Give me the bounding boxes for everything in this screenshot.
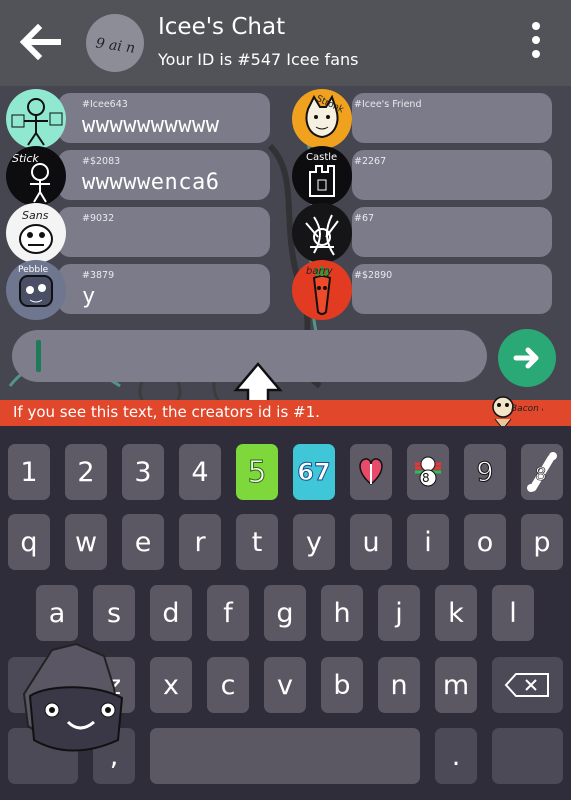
key-7[interactable] <box>350 444 392 500</box>
more-vertical-icon[interactable] <box>529 22 543 62</box>
user-slot[interactable]: Sans #9032 <box>6 203 270 263</box>
user-slot[interactable]: barry #$2890 <box>292 260 554 320</box>
key-r[interactable]: r <box>179 514 221 570</box>
svg-text:8: 8 <box>422 471 430 485</box>
avatar-label: Sans <box>22 209 49 222</box>
key-g[interactable]: g <box>264 585 306 641</box>
user-avatar[interactable]: barry <box>292 260 352 320</box>
key-4[interactable]: 4 <box>179 444 221 500</box>
user-id: #2267 <box>354 156 387 167</box>
user-avatar[interactable] <box>292 203 352 263</box>
key-5[interactable]: 5 <box>236 444 278 500</box>
creator-doodle-text: Bacon ahp <box>511 404 543 414</box>
chat-title: Icee's Chat <box>158 14 286 40</box>
key-9[interactable]: 9 <box>464 444 506 500</box>
key-m[interactable]: m <box>435 657 477 713</box>
key-i[interactable]: i <box>407 514 449 570</box>
avatar-doodle-text: 9 ai n <box>95 35 136 56</box>
key-s[interactable]: s <box>93 585 135 641</box>
key-a[interactable]: a <box>36 585 78 641</box>
user-id: #Icee643 <box>82 99 128 110</box>
period-key[interactable]: . <box>435 728 477 784</box>
user-id: #$2890 <box>354 270 393 281</box>
key-f[interactable]: f <box>207 585 249 641</box>
space-bar[interactable] <box>150 728 420 784</box>
key-v[interactable]: v <box>264 657 306 713</box>
key-1[interactable]: 1 <box>8 444 50 500</box>
info-banner: If you see this text, the creators id is… <box>0 400 571 426</box>
user-slot[interactable]: Pebble #3879 y <box>6 260 270 320</box>
key-8[interactable]: 8 <box>407 444 449 500</box>
key-q[interactable]: q <box>8 514 50 570</box>
user-avatar[interactable]: Castle <box>292 146 352 206</box>
back-arrow-icon[interactable] <box>14 18 66 66</box>
user-message: wwwwwenca6 <box>82 170 220 195</box>
enter-key[interactable] <box>492 728 563 784</box>
key-0[interactable]: 8 <box>521 444 563 500</box>
doodle-sticker <box>22 642 124 752</box>
pointer-arrow-icon <box>233 362 283 400</box>
banner-text: If you see this text, the creators id is… <box>13 403 320 421</box>
svg-text:8: 8 <box>535 464 546 485</box>
key-k[interactable]: k <box>435 585 477 641</box>
user-slot[interactable]: #67 <box>292 203 554 263</box>
send-arrow-icon <box>513 347 539 369</box>
user-slot[interactable]: Castle #2267 <box>292 146 554 206</box>
send-button[interactable] <box>498 329 556 387</box>
user-avatar[interactable]: Sans <box>6 203 66 263</box>
user-id: #9032 <box>82 213 115 224</box>
key-w[interactable]: w <box>65 514 107 570</box>
chat-subtitle: Your ID is #547 Icee fans <box>158 50 359 69</box>
avatar-label: Castle <box>306 152 337 163</box>
chat-area: #Icee643 wwwwwwwwww Stronk #Icee's Frien… <box>0 86 571 400</box>
avatar-label: barry <box>306 266 334 277</box>
user-message: y <box>82 284 96 309</box>
user-id: #67 <box>354 213 375 224</box>
backspace-icon <box>504 673 549 697</box>
user-id: #$2083 <box>82 156 121 167</box>
key-u[interactable]: u <box>350 514 392 570</box>
key-c[interactable]: c <box>207 657 249 713</box>
user-slot[interactable]: Stronk #Icee's Friend <box>292 89 554 149</box>
user-message: wwwwwwwwww <box>82 113 220 138</box>
key-l[interactable]: l <box>492 585 534 641</box>
text-cursor <box>36 340 41 372</box>
user-avatar[interactable]: Pebble <box>6 260 66 320</box>
key-e[interactable]: e <box>122 514 164 570</box>
key-y[interactable]: y <box>293 514 335 570</box>
key-h[interactable]: h <box>321 585 363 641</box>
key-n[interactable]: n <box>378 657 420 713</box>
key-3[interactable]: 3 <box>122 444 164 500</box>
key-x[interactable]: x <box>150 657 192 713</box>
key-p[interactable]: p <box>521 514 563 570</box>
backspace-key[interactable] <box>492 657 563 713</box>
key-j[interactable]: j <box>378 585 420 641</box>
user-id: #3879 <box>82 270 115 281</box>
avatar-label: Pebble <box>18 265 49 275</box>
message-bubble <box>352 207 552 257</box>
key-d[interactable]: d <box>150 585 192 641</box>
key-b[interactable]: b <box>321 657 363 713</box>
user-id: #Icee's Friend <box>354 99 422 110</box>
user-slot[interactable]: Stick #$2083 wwwwwenca6 <box>6 146 270 206</box>
avatar-label: Stick <box>12 152 39 165</box>
key-6[interactable]: 67 <box>293 444 335 500</box>
app-header: 9 ai n Icee's Chat Your ID is #547 Icee … <box>0 0 571 86</box>
key-2[interactable]: 2 <box>65 444 107 500</box>
key-o[interactable]: o <box>464 514 506 570</box>
user-slot[interactable]: #Icee643 wwwwwwwwww <box>6 89 270 149</box>
user-avatar[interactable] <box>6 89 66 149</box>
chat-avatar[interactable]: 9 ai n <box>86 14 144 72</box>
key-t[interactable]: t <box>236 514 278 570</box>
user-avatar[interactable]: Stronk <box>292 89 352 149</box>
user-avatar[interactable]: Stick <box>6 146 66 206</box>
